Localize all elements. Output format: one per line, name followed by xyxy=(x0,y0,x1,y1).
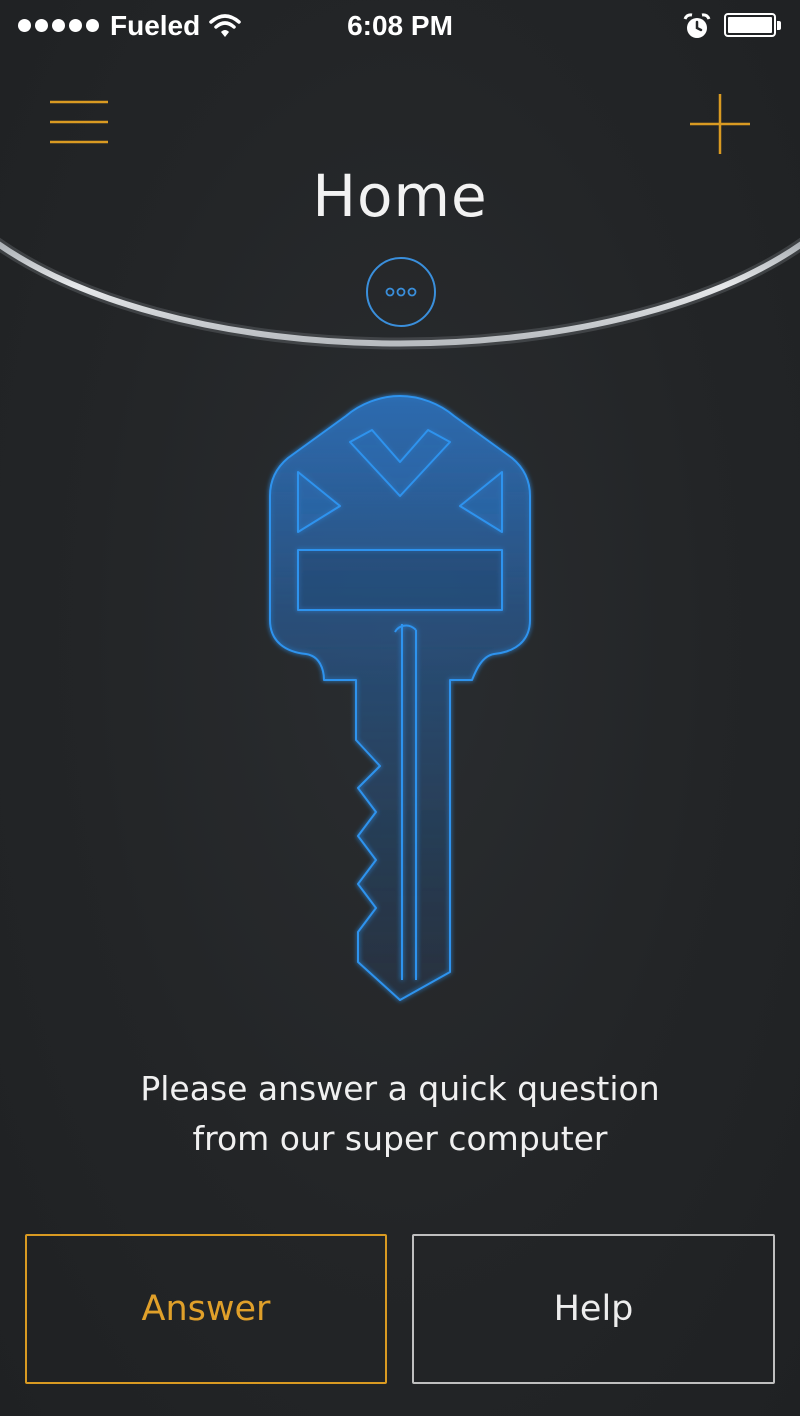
add-button[interactable] xyxy=(688,92,752,156)
prompt-line-2: from our super computer xyxy=(192,1119,608,1158)
key-icon xyxy=(269,395,531,1001)
ellipsis-icon xyxy=(366,257,436,327)
question-prompt: Please answer a quick question from our … xyxy=(0,1064,800,1164)
answer-button[interactable]: Answer xyxy=(25,1234,387,1384)
prompt-line-1: Please answer a quick question xyxy=(140,1069,660,1108)
plus-icon xyxy=(690,94,750,154)
help-button[interactable]: Help xyxy=(412,1234,775,1384)
menu-button[interactable] xyxy=(48,96,110,148)
page-title: Home xyxy=(312,162,488,230)
home-screen: Fueled 6:08 PM Home Please answer a quic… xyxy=(0,0,800,1416)
more-options-button[interactable] xyxy=(365,256,437,328)
hamburger-menu-icon xyxy=(50,100,108,144)
